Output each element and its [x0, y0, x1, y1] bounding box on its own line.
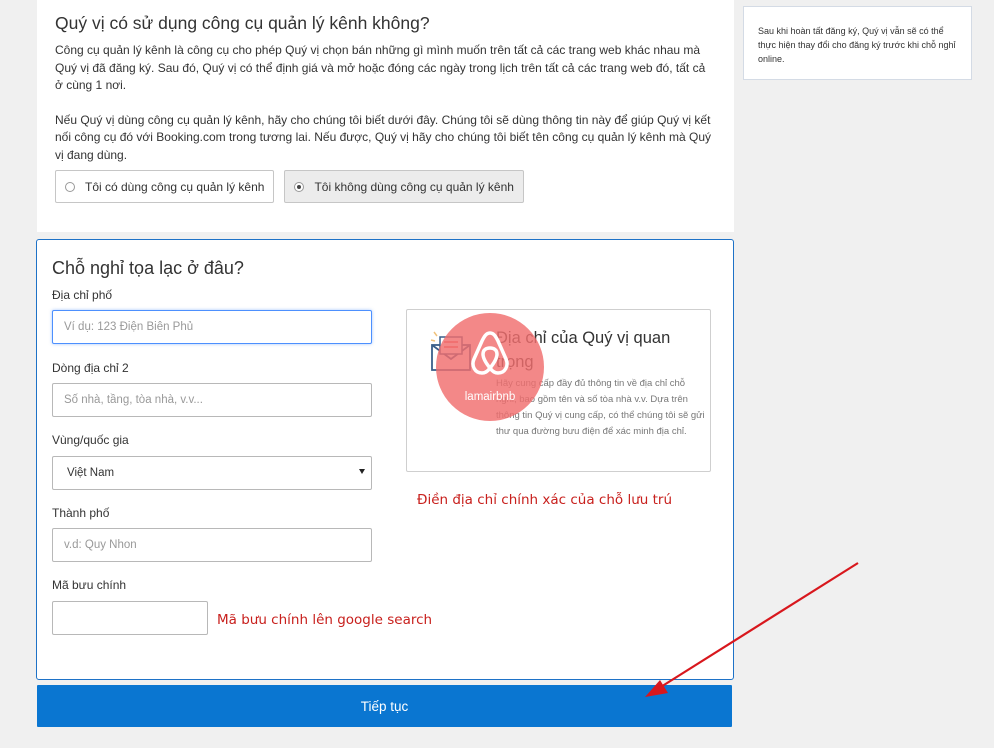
address-line2-input[interactable]: Số nhà, tầng, tòa nhà, v.v...: [52, 383, 372, 417]
option-no-channel-manager[interactable]: Tôi không dùng công cụ quản lý kênh: [284, 170, 524, 203]
zip-annotation: Mã bưu chính lên google search: [217, 612, 433, 628]
dropdown-arrow-icon: [359, 469, 365, 474]
airbnb-logo-icon: [471, 331, 509, 375]
street-placeholder: Ví dụ: 123 Điện Biên Phủ: [64, 321, 194, 333]
location-card: Chỗ nghỉ tọa lạc ở đâu? Địa chỉ phố Ví d…: [36, 239, 734, 680]
address-annotation: Điền địa chỉ chính xác của chỗ lưu trú: [417, 492, 673, 508]
channel-manager-description: Công cụ quản lý kênh là công cụ cho phép…: [55, 43, 706, 92]
zip-label: Mã bưu chính: [52, 578, 127, 592]
country-label: Vùng/quốc gia: [52, 433, 129, 447]
continue-button[interactable]: Tiếp tục: [37, 685, 732, 727]
radio-selected-icon: [294, 181, 305, 192]
watermark-text: lamairbnb: [464, 391, 516, 403]
city-label: Thành phố: [52, 506, 110, 520]
radio-icon: [65, 181, 75, 192]
city-input[interactable]: v.d: Quy Nhon: [52, 528, 372, 562]
location-title: Chỗ nghỉ tọa lạc ở đâu?: [52, 258, 244, 278]
country-value: Việt Nam: [67, 467, 115, 479]
channel-manager-instructions: Nếu Quý vị dùng công cụ quản lý kênh, hã…: [55, 112, 712, 162]
country-select[interactable]: Việt Nam: [52, 456, 372, 490]
street-input[interactable]: Ví dụ: 123 Điện Biên Phủ: [52, 310, 372, 344]
watermark-logo: lamairbnb: [436, 313, 544, 421]
channel-manager-card: Quý vị có sử dụng công cụ quản lý kênh k…: [37, 0, 734, 232]
street-label: Địa chỉ phố: [52, 288, 113, 302]
option-uses-channel-manager[interactable]: Tôi có dùng công cụ quản lý kênh: [55, 170, 275, 203]
channel-manager-options: Tôi có dùng công cụ quản lý kênh Tôi khô…: [55, 170, 716, 203]
address-line2-placeholder: Số nhà, tầng, tòa nhà, v.v...: [64, 394, 203, 406]
side-note: Sau khi hoàn tất đăng ký, Quý vị vẫn sẽ …: [743, 6, 972, 80]
option-label: Tôi có dùng công cụ quản lý kênh: [85, 179, 265, 194]
zip-input[interactable]: [52, 601, 208, 635]
channel-manager-title: Quý vị có sử dụng công cụ quản lý kênh k…: [55, 13, 430, 33]
address-line2-label: Dòng địa chỉ 2: [52, 361, 129, 375]
option-label: Tôi không dùng công cụ quản lý kênh: [314, 179, 514, 194]
city-placeholder: v.d: Quy Nhon: [64, 539, 137, 551]
